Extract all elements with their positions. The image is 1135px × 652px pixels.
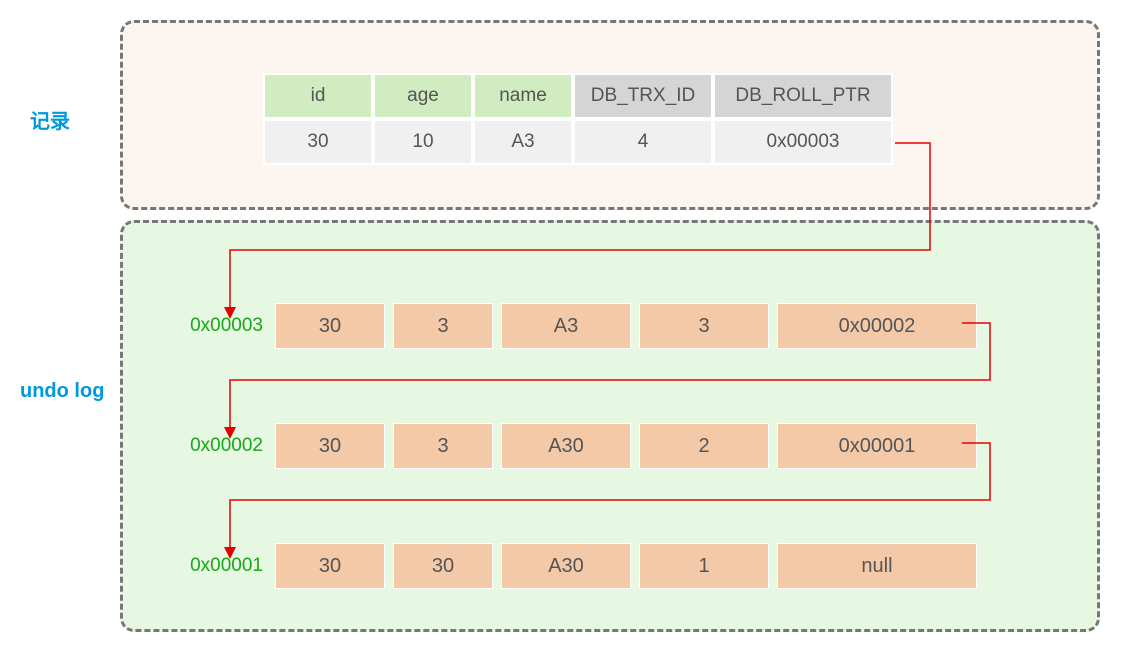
record-age: 10: [373, 119, 473, 165]
undo-id-1: 30: [275, 423, 385, 469]
record-roll: 0x00003: [713, 119, 893, 165]
undo-age-0: 3: [393, 303, 493, 349]
undo-addr-0: 0x00003: [163, 315, 263, 337]
undo-entry-2: 0x00001 30 30 A30 1 null: [163, 543, 977, 589]
undo-trx-2: 1: [639, 543, 769, 589]
undo-name-0: A3: [501, 303, 631, 349]
undo-name-2: A30: [501, 543, 631, 589]
undo-roll-0: 0x00002: [777, 303, 977, 349]
record-data-row: 30 10 A3 4 0x00003: [263, 119, 893, 165]
undo-age-2: 30: [393, 543, 493, 589]
record-panel: id age name DB_TRX_ID DB_ROLL_PTR 30 10 …: [120, 20, 1100, 210]
undo-addr-2: 0x00001: [163, 555, 263, 577]
diagram-container: 记录 undo log id age name DB_TRX_ID DB_ROL…: [20, 20, 1115, 632]
undolog-label: undo log: [20, 380, 104, 403]
undo-age-1: 3: [393, 423, 493, 469]
undo-roll-1: 0x00001: [777, 423, 977, 469]
record-table: id age name DB_TRX_ID DB_ROLL_PTR 30 10 …: [263, 73, 893, 165]
record-id: 30: [263, 119, 373, 165]
undo-entry-0: 0x00003 30 3 A3 3 0x00002: [163, 303, 977, 349]
header-id: id: [263, 73, 373, 119]
header-trx: DB_TRX_ID: [573, 73, 713, 119]
record-trx: 4: [573, 119, 713, 165]
record-label: 记录: [30, 105, 70, 134]
record-name: A3: [473, 119, 573, 165]
undo-name-1: A30: [501, 423, 631, 469]
record-header-row: id age name DB_TRX_ID DB_ROLL_PTR: [263, 73, 893, 119]
undo-trx-1: 2: [639, 423, 769, 469]
undolog-panel: 0x00003 30 3 A3 3 0x00002 0x00002 30 3 A…: [120, 220, 1100, 632]
undo-roll-2: null: [777, 543, 977, 589]
header-name: name: [473, 73, 573, 119]
header-roll: DB_ROLL_PTR: [713, 73, 893, 119]
undo-entry-1: 0x00002 30 3 A30 2 0x00001: [163, 423, 977, 469]
header-age: age: [373, 73, 473, 119]
undo-trx-0: 3: [639, 303, 769, 349]
undo-addr-1: 0x00002: [163, 435, 263, 457]
undo-id-2: 30: [275, 543, 385, 589]
undo-id-0: 30: [275, 303, 385, 349]
